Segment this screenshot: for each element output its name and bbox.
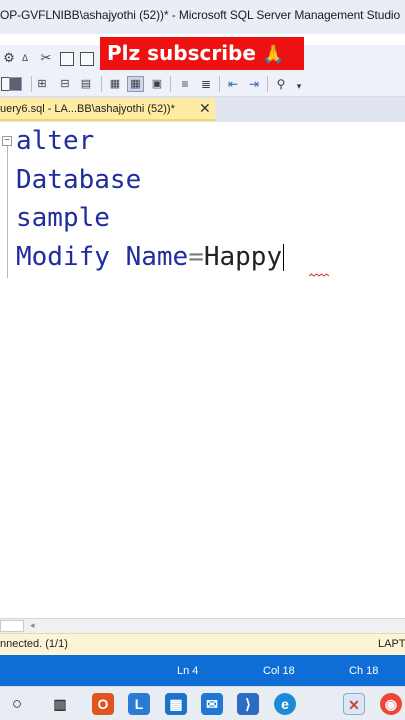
document-tab-strip: uery6.sql - LA...BB\ashajyothi (52))* ✕ xyxy=(0,97,405,122)
column-number: Col 18 xyxy=(263,665,295,677)
paste-icon[interactable] xyxy=(80,52,94,66)
praying-hands-icon: 🙏 xyxy=(261,44,285,65)
results-to-file-icon[interactable]: ▤ xyxy=(79,77,93,91)
dax-icon[interactable]: Δ xyxy=(18,51,32,65)
chrome-icon[interactable]: ◉ xyxy=(380,693,402,715)
toolbar-separator xyxy=(101,76,102,92)
increase-indent-icon[interactable]: ⇥ xyxy=(247,77,261,91)
office-icon[interactable]: O xyxy=(92,693,114,715)
specify-values-icon[interactable]: ⚲ xyxy=(274,77,288,91)
toolbar-separator xyxy=(31,76,32,92)
text-caret xyxy=(283,244,285,271)
subscribe-banner: Plz subscribe 🙏 xyxy=(100,37,304,70)
tab-query6[interactable]: uery6.sql - LA...BB\ashajyothi (52))* ✕ xyxy=(0,98,215,121)
teams-l-icon[interactable]: L xyxy=(128,693,150,715)
code-line-1: alter xyxy=(16,126,95,156)
toolbar-separator xyxy=(219,76,220,92)
tab-label: uery6.sql - LA...BB\ashajyothi (52))* xyxy=(0,103,175,115)
character-number: Ch 18 xyxy=(349,665,379,677)
code-operator: = xyxy=(188,242,204,272)
status-bar: Ln 4 Col 18 Ch 18 xyxy=(0,655,405,686)
error-squiggle xyxy=(309,273,329,277)
windows-taskbar: ○ ▥ O L ▦ ✉ e ⟩ ✕ ◉ xyxy=(0,686,405,720)
line-number: Ln 4 xyxy=(177,665,199,677)
code-line-4: Modify Name=Happy xyxy=(16,242,285,272)
align-icon[interactable]: ≣ xyxy=(199,77,213,91)
toolbar-separator xyxy=(170,76,171,92)
vscode-icon[interactable]: ⟩ xyxy=(237,693,259,715)
toolbar-sql-editor: ⊞ ⊟ ▤ ▦ ▦ ▣ ≡ ≣ ⇤ ⇥ ⚲ ▾ xyxy=(0,71,405,97)
store-icon[interactable]: ▦ xyxy=(165,693,187,715)
decrease-indent-icon[interactable]: ⇤ xyxy=(226,77,240,91)
scroll-left-icon[interactable]: ◂ xyxy=(30,620,35,631)
banner-text: Plz subscribe xyxy=(107,41,256,65)
cut-icon[interactable]: ✂ xyxy=(39,51,53,65)
code-line-2: Database xyxy=(16,165,142,195)
comment-icon[interactable]: ▦ xyxy=(108,77,122,91)
search-circle-icon[interactable]: ○ xyxy=(6,693,28,715)
horizontal-scrollbar[interactable]: ◂ xyxy=(0,618,405,633)
collapse-icon[interactable]: − xyxy=(2,136,12,146)
connection-status: nnected. (1/1) xyxy=(0,638,68,650)
task-view-icon[interactable]: ▥ xyxy=(49,693,71,715)
results-to-grid-icon[interactable] xyxy=(9,77,22,91)
close-icon[interactable]: ✕ xyxy=(199,100,211,116)
zoom-dropdown[interactable] xyxy=(0,620,24,632)
ssms-icon[interactable]: ✕ xyxy=(343,693,365,715)
window-title: OP-GVFLNIBB\ashajyothi (52))* - Microsof… xyxy=(0,8,401,22)
server-name: LAPTO xyxy=(378,638,405,650)
copy-icon[interactable] xyxy=(60,52,74,66)
toolbar-overflow-icon[interactable]: ▾ xyxy=(292,79,306,93)
parse-icon[interactable]: ⊞ xyxy=(35,77,49,91)
query-editor[interactable]: − alter Database sample Modify Name=Happ… xyxy=(0,123,405,618)
query-status-strip: nnected. (1/1) LAPTO xyxy=(0,633,405,655)
code-keyword: Modify Name xyxy=(16,242,189,272)
title-bar: OP-GVFLNIBB\ashajyothi (52))* - Microsof… xyxy=(0,0,405,34)
toolbar-separator xyxy=(267,76,268,92)
outdent-icon[interactable]: ≡ xyxy=(178,77,192,91)
code-line-3: sample xyxy=(16,203,110,233)
sql-analysis-icon[interactable]: ⚙ xyxy=(2,51,16,65)
include-plan-icon[interactable]: ⊟ xyxy=(58,77,72,91)
uncomment-icon[interactable]: ▦ xyxy=(127,76,144,92)
edge-icon[interactable]: e xyxy=(274,693,296,715)
outline-guide xyxy=(7,143,8,278)
code-identifier: Happy xyxy=(203,242,283,272)
indent-icon[interactable]: ▣ xyxy=(150,77,164,91)
mail-icon[interactable]: ✉ xyxy=(201,693,223,715)
